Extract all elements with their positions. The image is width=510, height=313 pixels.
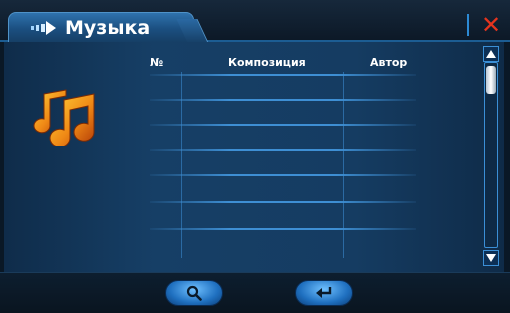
- close-button[interactable]: ✕: [478, 12, 504, 38]
- search-button[interactable]: [165, 280, 223, 306]
- scroll-down-button[interactable]: [483, 250, 499, 266]
- table-row-line: [150, 149, 416, 151]
- sidebar-panel: [4, 42, 124, 272]
- search-icon: [186, 285, 202, 301]
- table-row-line: [150, 124, 416, 126]
- table-row-line: [150, 74, 416, 76]
- table-row-line: [150, 174, 416, 176]
- window-title: Музыка: [65, 17, 151, 39]
- scroll-down-icon: [486, 254, 496, 262]
- back-return-icon: [316, 287, 332, 298]
- column-header-composition: Композиция: [228, 56, 306, 69]
- back-button[interactable]: [295, 280, 353, 306]
- arrow-right-icon: [31, 21, 56, 35]
- footer-bar: [0, 272, 510, 313]
- scroll-up-icon: [486, 50, 496, 58]
- table-row-line: [150, 201, 416, 203]
- scroll-up-button[interactable]: [483, 46, 499, 62]
- title-tab: Музыка: [8, 12, 194, 42]
- music-notes-icon: [33, 89, 95, 146]
- track-table: [124, 42, 472, 272]
- scrollbar-thumb[interactable]: [486, 66, 496, 94]
- close-icon: ✕: [480, 11, 502, 39]
- table-row-line: [150, 99, 416, 101]
- column-header-author: Автор: [370, 56, 408, 69]
- table-row-line: [150, 228, 416, 230]
- close-separator: [467, 14, 469, 36]
- column-header-number: №: [150, 56, 164, 69]
